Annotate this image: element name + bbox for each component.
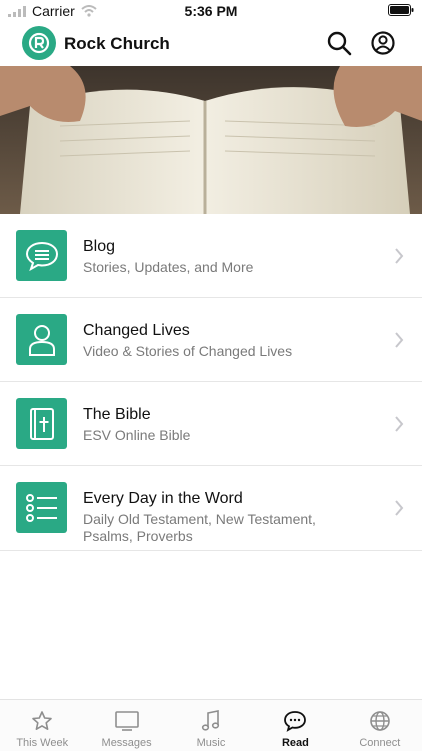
- menu-item-every-day[interactable]: Every Day in the Word Daily Old Testamen…: [0, 466, 422, 551]
- app-title: Rock Church: [64, 34, 170, 53]
- tab-this-week[interactable]: This Week: [0, 700, 84, 751]
- menu-item-subtitle: Daily Old Testament, New Testament, Psal…: [83, 511, 316, 544]
- app-header: Rock Church: [0, 22, 422, 66]
- menu-item-title: The Bible: [83, 406, 151, 423]
- bible-icon: [29, 407, 54, 440]
- tile-changed-lives: [16, 314, 67, 365]
- list-icon: [25, 493, 57, 522]
- menu-item-changed-lives[interactable]: Changed Lives Video & Stories of Changed…: [0, 298, 422, 382]
- menu-item-subtitle: Video & Stories of Changed Lives: [83, 343, 293, 359]
- tab-read[interactable]: Read: [253, 700, 337, 751]
- chevron-right-icon: [395, 416, 404, 432]
- tab-bar: This Week Messages Music Read Connect: [0, 699, 422, 751]
- tab-label: Connect: [359, 737, 401, 749]
- menu-item-subtitle: Stories, Updates, and More: [83, 259, 254, 275]
- battery-icon: [388, 4, 414, 16]
- chevron-right-icon: [395, 248, 404, 264]
- menu-list: Blog Stories, Updates, and More Changed …: [0, 214, 422, 551]
- tile-bible: [16, 398, 67, 449]
- menu-item-title: Blog: [83, 238, 116, 255]
- hero-image: [0, 66, 422, 214]
- person-icon: [28, 324, 55, 356]
- tab-label: This Week: [16, 737, 69, 749]
- menu-item-title: Every Day in the Word: [83, 490, 243, 507]
- menu-item-subtitle: ESV Online Bible: [83, 427, 191, 443]
- rock-church-logo-icon[interactable]: [22, 26, 56, 60]
- profile-icon[interactable]: [370, 30, 396, 56]
- tv-icon: [114, 711, 139, 731]
- menu-item-blog[interactable]: Blog Stories, Updates, and More: [0, 214, 422, 298]
- chevron-right-icon: [395, 332, 404, 348]
- tab-label: Music: [196, 737, 226, 749]
- search-icon[interactable]: [326, 30, 352, 56]
- music-note-icon: [201, 710, 220, 731]
- chat-bubble-icon: [25, 241, 58, 271]
- menu-item-bible[interactable]: The Bible ESV Online Bible: [0, 382, 422, 466]
- tab-label: Messages: [101, 737, 152, 749]
- tab-messages[interactable]: Messages: [84, 700, 168, 751]
- status-bar: Carrier 5:36 PM: [0, 0, 422, 22]
- open-book-photo: [0, 66, 422, 214]
- tile-blog: [16, 230, 67, 281]
- globe-icon: [370, 711, 390, 731]
- chat-bubble-icon: [284, 711, 307, 732]
- star-icon: [32, 711, 53, 730]
- menu-item-title: Changed Lives: [83, 322, 190, 339]
- status-time: 5:36 PM: [184, 3, 238, 19]
- chevron-right-icon: [395, 500, 404, 516]
- tile-every-day: [16, 482, 67, 533]
- tab-music[interactable]: Music: [169, 700, 253, 751]
- tab-label: Read: [281, 737, 309, 749]
- tab-connect[interactable]: Connect: [338, 700, 422, 751]
